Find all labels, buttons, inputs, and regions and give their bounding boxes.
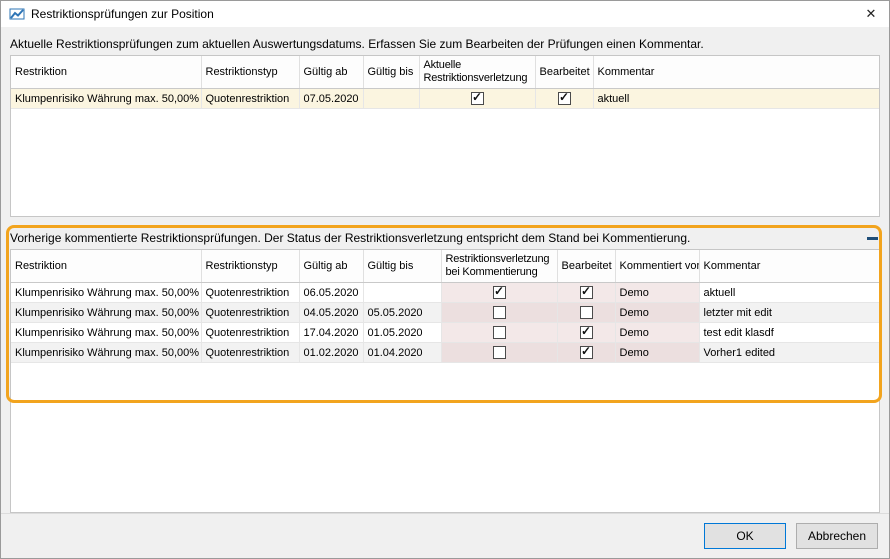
cell-gueltig-bis: 01.04.2020 [363, 343, 441, 363]
verletzung-checkbox [493, 326, 506, 339]
cell-restriktionstyp: Quotenrestriktion [201, 283, 299, 303]
col-header-restriktionstyp: Restriktionstyp [201, 56, 299, 89]
col-header-restriktion: Restriktion [11, 250, 201, 283]
cell-kommentar: aktuell [699, 283, 879, 303]
cell-gueltig-ab: 04.05.2020 [299, 303, 363, 323]
current-checks-table: Restriktion Restriktionstyp Gültig ab Gü… [11, 56, 879, 109]
bearbeitet-checkbox [580, 306, 593, 319]
cell-verletzung [441, 323, 557, 343]
cell-gueltig-ab: 07.05.2020 [299, 89, 363, 109]
cell-gueltig-ab: 17.04.2020 [299, 323, 363, 343]
col-header-restriktion: Restriktion [11, 56, 201, 89]
cell-restriktionstyp: Quotenrestriktion [201, 303, 299, 323]
table-row[interactable]: Klumpenrisiko Währung max. 50,00% Quoten… [11, 323, 879, 343]
cell-gueltig-bis [363, 283, 441, 303]
table-row[interactable]: Klumpenrisiko Währung max. 50,00% Quoten… [11, 343, 879, 363]
previous-checks-table: Restriktion Restriktionstyp Gültig ab Gü… [11, 250, 879, 363]
window-title: Restriktionsprüfungen zur Position [31, 7, 214, 21]
cell-gueltig-ab: 06.05.2020 [299, 283, 363, 303]
col-header-bearbeitet: Bearbeitet [557, 250, 615, 283]
cell-kommentiert-von: Demo [615, 323, 699, 343]
verletzung-checkbox [493, 346, 506, 359]
cell-restriktion: Klumpenrisiko Währung max. 50,00% [11, 303, 201, 323]
verletzung-checkbox [493, 306, 506, 319]
cell-verletzung [441, 283, 557, 303]
cell-restriktion: Klumpenrisiko Währung max. 50,00% [11, 323, 201, 343]
col-header-gueltig-ab: Gültig ab [299, 56, 363, 89]
cell-restriktion: Klumpenrisiko Währung max. 50,00% [11, 343, 201, 363]
cell-gueltig-bis [363, 89, 419, 109]
previous-checks-table-container: Restriktion Restriktionstyp Gültig ab Gü… [10, 249, 880, 513]
col-header-aktuelle-verletzung: Aktuelle Restriktionsverletzung [419, 56, 535, 89]
col-header-restriktionstyp: Restriktionstyp [201, 250, 299, 283]
cell-restriktionstyp: Quotenrestriktion [201, 343, 299, 363]
col-header-bearbeitet: Bearbeitet [535, 56, 593, 89]
cell-bearbeitet [557, 343, 615, 363]
cell-gueltig-bis: 01.05.2020 [363, 323, 441, 343]
col-header-verletzung-bei-kommentierung: Restriktionsverletzung bei Kommentierung [441, 250, 557, 283]
cell-kommentar: letzter mit edit [699, 303, 879, 323]
cell-bearbeitet [557, 323, 615, 343]
collapse-icon[interactable] [864, 231, 880, 245]
cell-gueltig-ab: 01.02.2020 [299, 343, 363, 363]
bearbeitet-checkbox [580, 286, 593, 299]
table-row[interactable]: Klumpenrisiko Währung max. 50,00% Quoten… [11, 89, 879, 109]
bearbeitet-checkbox [580, 326, 593, 339]
cell-kommentar: aktuell [593, 89, 879, 109]
ok-button[interactable]: OK [704, 523, 786, 549]
current-section-caption: Aktuelle Restriktionsprüfungen zum aktue… [10, 37, 880, 51]
cell-bearbeitet [557, 283, 615, 303]
bearbeitet-checkbox [580, 346, 593, 359]
cell-kommentiert-von: Demo [615, 303, 699, 323]
col-header-gueltig-bis: Gültig bis [363, 250, 441, 283]
cell-restriktion: Klumpenrisiko Währung max. 50,00% [11, 283, 201, 303]
table-row[interactable]: Klumpenrisiko Währung max. 50,00% Quoten… [11, 303, 879, 323]
dialog-footer: OK Abbrechen [1, 513, 889, 558]
minus-glyph [867, 237, 878, 240]
cell-verletzung [419, 89, 535, 109]
col-header-kommentar: Kommentar [699, 250, 879, 283]
cell-restriktion: Klumpenrisiko Währung max. 50,00% [11, 89, 201, 109]
cell-bearbeitet [535, 89, 593, 109]
cell-kommentar: test edit klasdf [699, 323, 879, 343]
cancel-button[interactable]: Abbrechen [796, 523, 878, 549]
cell-kommentiert-von: Demo [615, 283, 699, 303]
col-header-gueltig-ab: Gültig ab [299, 250, 363, 283]
verletzung-checkbox[interactable] [471, 92, 484, 105]
table-header-row: Restriktion Restriktionstyp Gültig ab Gü… [11, 56, 879, 89]
cell-verletzung [441, 343, 557, 363]
previous-section-caption: Vorherige kommentierte Restriktionsprüfu… [10, 231, 690, 245]
titlebar[interactable]: Restriktionsprüfungen zur Position ✕ [1, 1, 889, 27]
cell-restriktionstyp: Quotenrestriktion [201, 323, 299, 343]
cell-gueltig-bis: 05.05.2020 [363, 303, 441, 323]
col-header-gueltig-bis: Gültig bis [363, 56, 419, 89]
app-icon [9, 6, 25, 22]
col-header-kommentiert-von: Kommentiert von [615, 250, 699, 283]
col-header-kommentar: Kommentar [593, 56, 879, 89]
table-header-row: Restriktion Restriktionstyp Gültig ab Gü… [11, 250, 879, 283]
dialog-window: Restriktionsprüfungen zur Position ✕ Akt… [0, 0, 890, 559]
cell-bearbeitet [557, 303, 615, 323]
current-checks-table-container: Restriktion Restriktionstyp Gültig ab Gü… [10, 55, 880, 217]
cell-kommentar: Vorher1 edited [699, 343, 879, 363]
cell-restriktionstyp: Quotenrestriktion [201, 89, 299, 109]
cell-verletzung [441, 303, 557, 323]
bearbeitet-checkbox[interactable] [558, 92, 571, 105]
cell-kommentiert-von: Demo [615, 343, 699, 363]
table-row[interactable]: Klumpenrisiko Währung max. 50,00% Quoten… [11, 283, 879, 303]
verletzung-checkbox [493, 286, 506, 299]
close-icon[interactable]: ✕ [853, 1, 889, 27]
